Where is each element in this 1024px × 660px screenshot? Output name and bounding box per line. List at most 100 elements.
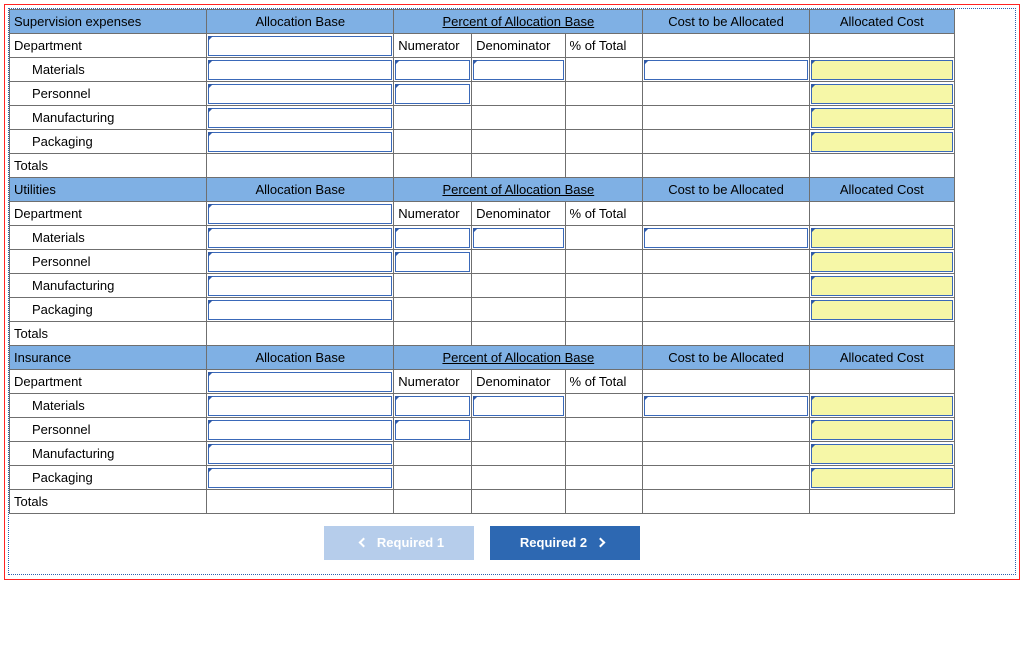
insurance-personnel-denominator bbox=[472, 418, 565, 442]
row-personnel-label: Personnel bbox=[10, 82, 207, 106]
utilities-totals-numerator bbox=[394, 322, 472, 346]
utilities-totals-denominator bbox=[472, 322, 565, 346]
utilities-materials-denominator[interactable] bbox=[472, 226, 565, 250]
supervision-personnel-base[interactable] bbox=[207, 82, 394, 106]
supervision-totals-denominator bbox=[472, 154, 565, 178]
insurance-personnel-pct bbox=[565, 418, 643, 442]
utilities-materials-pct bbox=[565, 226, 643, 250]
utilities-packaging-numerator bbox=[394, 298, 472, 322]
col-allocated-cost: Allocated Cost bbox=[809, 346, 954, 370]
supervision-packaging-numerator bbox=[394, 130, 472, 154]
supervision-personnel-allocated[interactable] bbox=[809, 82, 954, 106]
utilities-totals-pct bbox=[565, 322, 643, 346]
utilities-personnel-numerator[interactable] bbox=[394, 250, 472, 274]
utilities-packaging-denominator bbox=[472, 298, 565, 322]
section-utilities-title: Utilities bbox=[10, 178, 207, 202]
next-button[interactable]: Required 2 bbox=[490, 526, 640, 560]
insurance-manufacturing-base[interactable] bbox=[207, 442, 394, 466]
insurance-personnel-numerator[interactable] bbox=[394, 418, 472, 442]
utilities-personnel-cost bbox=[643, 250, 809, 274]
utilities-personnel-base[interactable] bbox=[207, 250, 394, 274]
col-numerator: Numerator bbox=[394, 202, 472, 226]
insurance-materials-base[interactable] bbox=[207, 394, 394, 418]
utilities-manufacturing-denominator bbox=[472, 274, 565, 298]
row-manufacturing-label: Manufacturing bbox=[10, 106, 207, 130]
insurance-packaging-pct bbox=[565, 466, 643, 490]
insurance-department-base[interactable] bbox=[207, 370, 394, 394]
insurance-materials-denominator[interactable] bbox=[472, 394, 565, 418]
col-cost-allocated: Cost to be Allocated bbox=[643, 178, 809, 202]
row-materials-label: Materials bbox=[10, 394, 207, 418]
insurance-personnel-base[interactable] bbox=[207, 418, 394, 442]
supervision-packaging-base[interactable] bbox=[207, 130, 394, 154]
insurance-personnel-allocated[interactable] bbox=[809, 418, 954, 442]
insurance-packaging-cost bbox=[643, 466, 809, 490]
supervision-packaging-allocated[interactable] bbox=[809, 130, 954, 154]
insurance-manufacturing-allocated[interactable] bbox=[809, 442, 954, 466]
insurance-personnel-cost bbox=[643, 418, 809, 442]
utilities-materials-cost[interactable] bbox=[643, 226, 809, 250]
supervision-totals-base bbox=[207, 154, 394, 178]
row-personnel-label: Personnel bbox=[10, 418, 207, 442]
utilities-totals-base bbox=[207, 322, 394, 346]
chevron-right-icon bbox=[595, 538, 605, 548]
supervision-materials-numerator[interactable] bbox=[394, 58, 472, 82]
insurance-manufacturing-denominator bbox=[472, 442, 565, 466]
worksheet-area: Supervision expenses Allocation Base Per… bbox=[8, 8, 1016, 575]
row-materials-label: Materials bbox=[10, 226, 207, 250]
row-department-label: Department bbox=[10, 34, 207, 58]
supervision-personnel-pct bbox=[565, 82, 643, 106]
insurance-materials-cost[interactable] bbox=[643, 394, 809, 418]
utilities-manufacturing-allocated[interactable] bbox=[809, 274, 954, 298]
supervision-materials-pct bbox=[565, 58, 643, 82]
row-totals-label: Totals bbox=[10, 322, 207, 346]
col-percent-base: Percent of Allocation Base bbox=[394, 10, 643, 34]
next-button-label: Required 2 bbox=[520, 535, 587, 550]
supervision-materials-denominator[interactable] bbox=[472, 58, 565, 82]
row-totals-label: Totals bbox=[10, 154, 207, 178]
utilities-department-base[interactable] bbox=[207, 202, 394, 226]
supervision-materials-allocated[interactable] bbox=[809, 58, 954, 82]
supervision-personnel-numerator[interactable] bbox=[394, 82, 472, 106]
supervision-manufacturing-cost bbox=[643, 106, 809, 130]
col-percent-base: Percent of Allocation Base bbox=[394, 346, 643, 370]
insurance-materials-allocated[interactable] bbox=[809, 394, 954, 418]
blank-cell bbox=[809, 370, 954, 394]
supervision-materials-cost[interactable] bbox=[643, 58, 809, 82]
col-numerator: Numerator bbox=[394, 370, 472, 394]
supervision-manufacturing-denominator bbox=[472, 106, 565, 130]
insurance-packaging-base[interactable] bbox=[207, 466, 394, 490]
supervision-manufacturing-base[interactable] bbox=[207, 106, 394, 130]
utilities-manufacturing-base[interactable] bbox=[207, 274, 394, 298]
col-percent-base: Percent of Allocation Base bbox=[394, 178, 643, 202]
col-numerator: Numerator bbox=[394, 34, 472, 58]
col-denominator: Denominator bbox=[472, 202, 565, 226]
supervision-manufacturing-allocated[interactable] bbox=[809, 106, 954, 130]
blank-cell bbox=[643, 370, 809, 394]
insurance-packaging-numerator bbox=[394, 466, 472, 490]
supervision-materials-base[interactable] bbox=[207, 58, 394, 82]
row-materials-label: Materials bbox=[10, 58, 207, 82]
insurance-packaging-allocated[interactable] bbox=[809, 466, 954, 490]
utilities-materials-base[interactable] bbox=[207, 226, 394, 250]
utilities-materials-numerator[interactable] bbox=[394, 226, 472, 250]
insurance-manufacturing-numerator bbox=[394, 442, 472, 466]
nav-buttons: Required 1 Required 2 bbox=[9, 514, 955, 564]
insurance-materials-numerator[interactable] bbox=[394, 394, 472, 418]
utilities-personnel-allocated[interactable] bbox=[809, 250, 954, 274]
section-insurance-title: Insurance bbox=[10, 346, 207, 370]
utilities-packaging-allocated[interactable] bbox=[809, 298, 954, 322]
row-totals-label: Totals bbox=[10, 490, 207, 514]
utilities-packaging-base[interactable] bbox=[207, 298, 394, 322]
utilities-totals-allocated bbox=[809, 322, 954, 346]
supervision-department-base[interactable] bbox=[207, 34, 394, 58]
utilities-packaging-pct bbox=[565, 298, 643, 322]
section-supervision-title: Supervision expenses bbox=[10, 10, 207, 34]
supervision-totals-numerator bbox=[394, 154, 472, 178]
insurance-packaging-denominator bbox=[472, 466, 565, 490]
utilities-materials-allocated[interactable] bbox=[809, 226, 954, 250]
utilities-manufacturing-numerator bbox=[394, 274, 472, 298]
insurance-totals-numerator bbox=[394, 490, 472, 514]
col-allocated-cost: Allocated Cost bbox=[809, 10, 954, 34]
insurance-manufacturing-cost bbox=[643, 442, 809, 466]
